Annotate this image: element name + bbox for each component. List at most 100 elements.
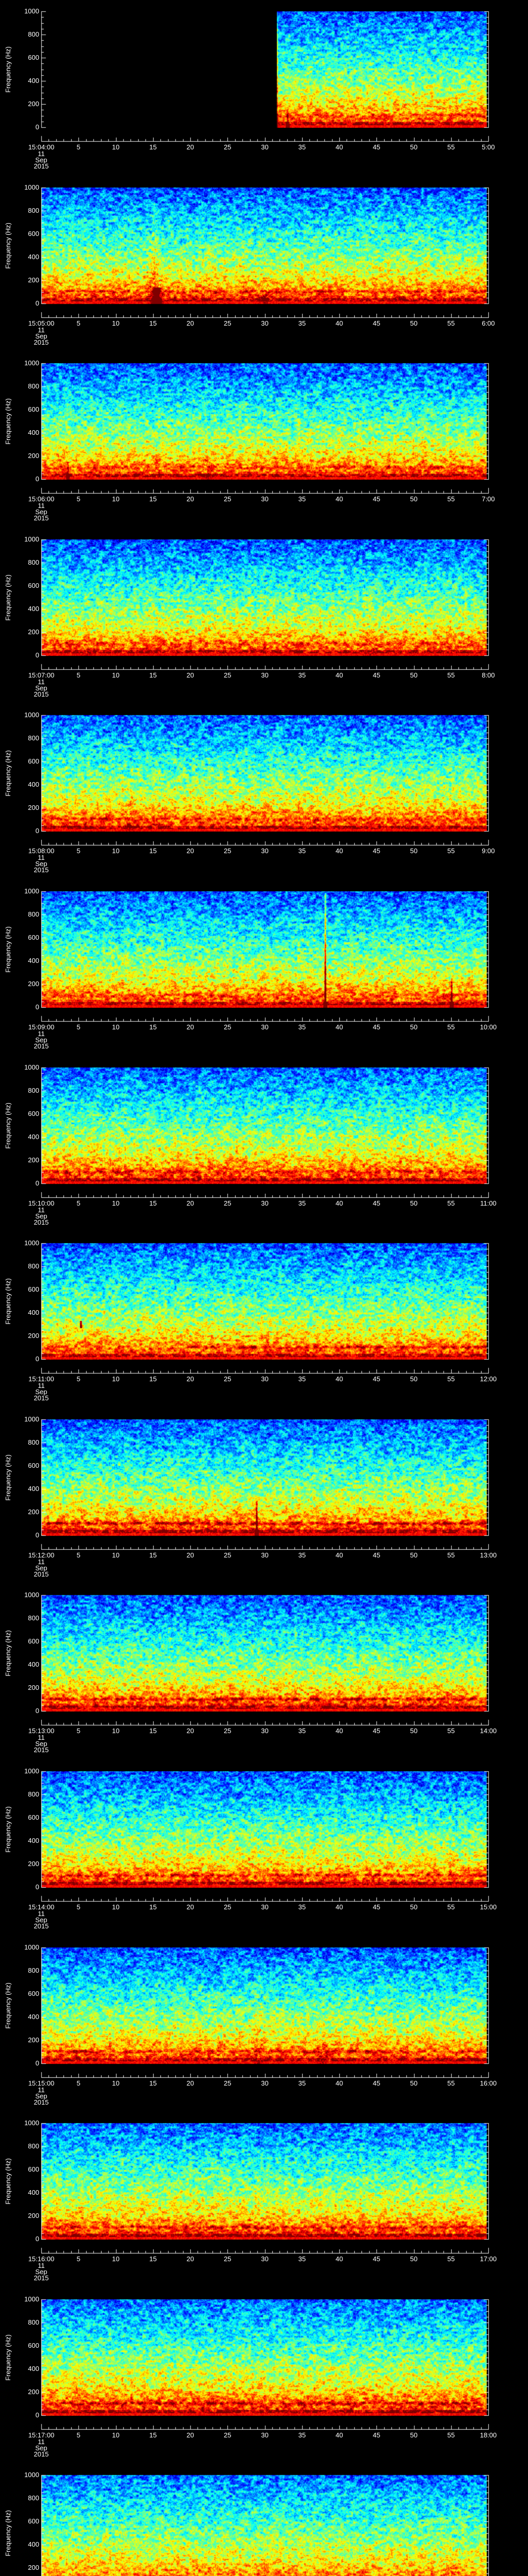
second-tick-label: 15 [149, 319, 157, 327]
second-tick-label: 25 [224, 2255, 232, 2263]
y-tick-label: 200 [28, 1860, 39, 1868]
spectrogram-row: Frequency (Hz) 15:15:00 11 Sep 2015 16:0… [0, 1944, 528, 2122]
y-tick-label: 400 [28, 2013, 39, 2021]
second-tick-label: 55 [447, 495, 455, 503]
y-tick-label: 800 [28, 910, 39, 918]
y-tick-label: 600 [28, 1462, 39, 1469]
second-tick-label: 40 [335, 143, 343, 151]
y-axis-title: Frequency (Hz) [4, 46, 12, 93]
second-tick-label: 55 [447, 2255, 455, 2263]
date-label: 11 Sep 2015 [34, 1910, 49, 1929]
second-tick-label: 10 [112, 143, 120, 151]
second-tick-label: 50 [410, 495, 418, 503]
second-tick-label: 25 [224, 143, 232, 151]
second-tick-label: 10 [112, 2255, 120, 2263]
second-tick-label: 35 [298, 847, 306, 855]
second-tick-label: 45 [373, 1375, 381, 1383]
y-tick-label: 1000 [24, 535, 39, 543]
y-axis-title: Frequency (Hz) [4, 1982, 12, 2029]
second-tick-label: 55 [447, 1023, 455, 1031]
y-tick-label: 600 [28, 1990, 39, 1997]
second-tick-label: 35 [298, 495, 306, 503]
y-axis-title: Frequency (Hz) [4, 574, 12, 621]
second-tick-label: 20 [186, 2255, 194, 2263]
second-tick-label: 55 [447, 1199, 455, 1207]
second-tick-label: 40 [335, 1551, 343, 1559]
spectrogram-canvas [0, 714, 528, 890]
second-tick-label: 30 [261, 671, 269, 679]
y-tick-label: 400 [28, 957, 39, 964]
spectrogram-canvas [0, 2122, 528, 2298]
spectrogram-canvas [0, 1594, 528, 1770]
date-label: 11 Sep 2015 [34, 679, 49, 698]
second-tick-label: 25 [224, 1023, 232, 1031]
second-tick-label: 35 [298, 1023, 306, 1031]
y-tick-label: 800 [28, 1790, 39, 1798]
y-tick-label: 0 [35, 2411, 39, 2419]
y-tick-label: 600 [28, 1285, 39, 1293]
second-tick-label: 25 [224, 2431, 232, 2439]
y-tick-label: 0 [35, 2235, 39, 2243]
second-tick-label: 10 [112, 1375, 120, 1383]
y-tick-label: 200 [28, 628, 39, 636]
second-tick-label: 35 [298, 2431, 306, 2439]
second-tick-label: 55 [447, 2079, 455, 2087]
spectrogram-canvas [0, 1770, 528, 1946]
spectrogram-row: Frequency (Hz) 15:06:00 11 Sep 2015 7:00… [0, 360, 528, 538]
time-axis-end-label: 15:00 [480, 1903, 497, 1911]
second-tick-label: 50 [410, 1375, 418, 1383]
second-tick-label: 40 [335, 495, 343, 503]
date-label: 11 Sep 2015 [34, 1207, 49, 1226]
second-tick-label: 55 [447, 671, 455, 679]
spectrogram-row: Frequency (Hz) 15:18:00 11 Sep 2015 19:0… [0, 2471, 528, 2576]
second-tick-label: 55 [447, 1727, 455, 1735]
second-tick-label: 30 [261, 1727, 269, 1735]
second-tick-label: 35 [298, 2255, 306, 2263]
second-tick-label: 5 [76, 2079, 80, 2087]
y-tick-label: 200 [28, 100, 39, 108]
y-tick-label: 0 [35, 123, 39, 131]
y-tick-label: 600 [28, 230, 39, 238]
date-year-label: 2015 [34, 2098, 49, 2106]
date-year-label: 2015 [34, 2450, 49, 2458]
second-tick-label: 55 [447, 2431, 455, 2439]
y-tick-label: 200 [28, 804, 39, 811]
second-tick-label: 35 [298, 671, 306, 679]
y-tick-label: 1000 [24, 1063, 39, 1071]
second-tick-label: 50 [410, 2255, 418, 2263]
date-label: 11 Sep 2015 [34, 1382, 49, 1401]
y-tick-label: 600 [28, 1110, 39, 1117]
second-tick-label: 5 [76, 671, 80, 679]
y-tick-label: 400 [28, 2365, 39, 2372]
second-tick-label: 45 [373, 143, 381, 151]
y-tick-label: 800 [28, 734, 39, 742]
second-tick-label: 15 [149, 2255, 157, 2263]
second-tick-label: 45 [373, 1023, 381, 1031]
time-axis-end-label: 10:00 [480, 1023, 497, 1031]
y-tick-label: 0 [35, 651, 39, 659]
y-tick-label: 1000 [24, 183, 39, 191]
y-tick-label: 800 [28, 2494, 39, 2502]
y-tick-label: 200 [28, 1156, 39, 1164]
y-tick-label: 400 [28, 1485, 39, 1493]
spectrogram-row: Frequency (Hz) 15:07:00 11 Sep 2015 8:00… [0, 535, 528, 714]
second-tick-label: 45 [373, 847, 381, 855]
second-tick-label: 45 [373, 495, 381, 503]
second-tick-label: 5 [76, 319, 80, 327]
second-tick-label: 50 [410, 671, 418, 679]
second-tick-label: 55 [447, 143, 455, 151]
second-tick-label: 20 [186, 1199, 194, 1207]
date-year-label: 2015 [34, 1218, 49, 1226]
second-tick-label: 15 [149, 671, 157, 679]
second-tick-label: 25 [224, 1727, 232, 1735]
y-tick-label: 200 [28, 2564, 39, 2571]
spectrogram-canvas [0, 362, 528, 538]
spectrogram-canvas [0, 1418, 528, 1594]
spectrogram-row: Frequency (Hz) 15:16:00 11 Sep 2015 17:0… [0, 2120, 528, 2298]
spectrogram-row: Frequency (Hz) 15:17:00 11 Sep 2015 18:0… [0, 2296, 528, 2474]
second-tick-label: 40 [335, 847, 343, 855]
y-axis-title: Frequency (Hz) [4, 222, 12, 269]
second-tick-label: 30 [261, 1199, 269, 1207]
second-tick-label: 40 [335, 2079, 343, 2087]
y-tick-label: 0 [35, 2059, 39, 2067]
